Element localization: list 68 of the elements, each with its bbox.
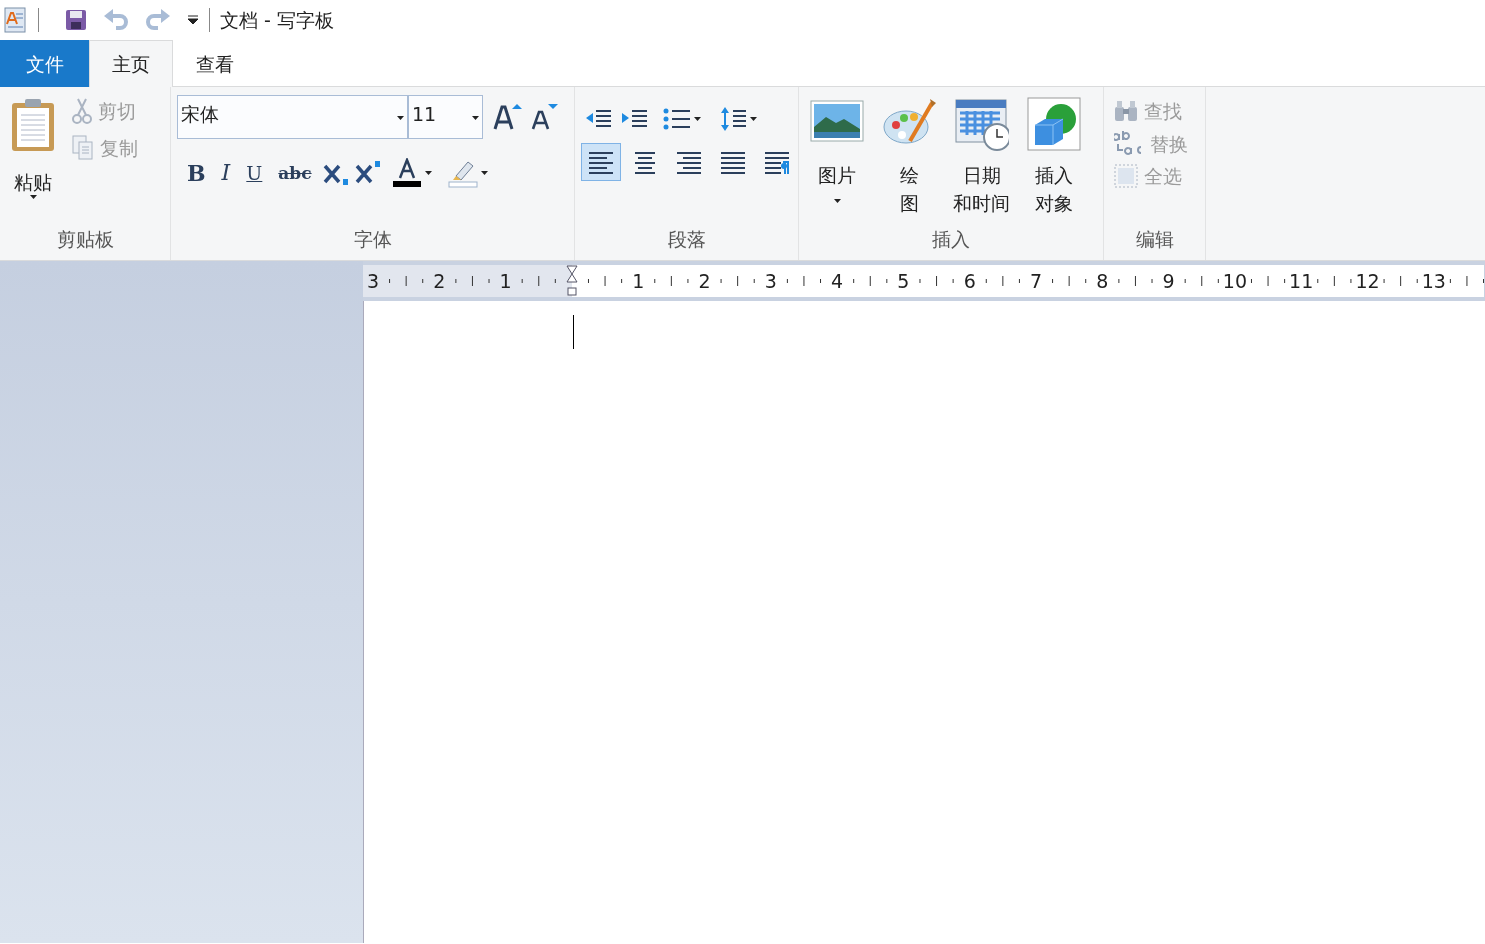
group-label: 剪贴板 — [55, 227, 115, 252]
group-label: 字体 — [352, 227, 393, 252]
copy-icon — [72, 134, 94, 161]
shrink-font-icon[interactable] — [529, 102, 559, 132]
ribbon-tab[interactable]: 文件 — [0, 40, 89, 87]
select-all-icon — [1114, 164, 1138, 189]
text-cursor — [573, 315, 574, 349]
caret-icon — [29, 195, 37, 199]
indent-marker[interactable] — [566, 265, 578, 296]
ruler-number: 9 — [1162, 270, 1175, 292]
ribbon-tab[interactable]: 查看 — [173, 40, 257, 87]
ruler-number: 2 — [698, 270, 711, 292]
replace-text-icon — [1114, 129, 1144, 158]
group-label: 插入 — [931, 227, 971, 252]
ruler-number: 7 — [1029, 270, 1043, 292]
ruler-number: 1 — [499, 270, 512, 292]
ruler-number: 3 — [764, 270, 777, 292]
ribbon-tab[interactable]: 主页 — [89, 40, 173, 87]
align-left-button[interactable] — [581, 143, 621, 181]
window-title: 文档 - 写字板 — [220, 7, 334, 33]
ruler-number: 2 — [433, 270, 446, 292]
app-icon — [4, 7, 28, 33]
bullet-list-icon — [663, 107, 691, 131]
datetime-insert-button[interactable]: 日期 和时间 — [949, 95, 1014, 222]
object-insert-button[interactable]: 插入 对象 — [1022, 95, 1086, 222]
superscript-icon[interactable] — [353, 160, 382, 186]
underline-button[interactable]: U — [240, 160, 269, 186]
picture-insert-button[interactable]: 图片 — [805, 95, 869, 222]
caret-icon — [472, 116, 479, 120]
grow-font-icon[interactable] — [493, 102, 523, 132]
group-label: 编辑 — [1134, 227, 1175, 252]
ruler-number: 3 — [366, 270, 380, 292]
italic-button[interactable]: I — [215, 159, 237, 187]
ruler-number: 1 — [632, 270, 645, 292]
align-left-icon — [587, 150, 615, 174]
ruler-number: 10 — [1222, 270, 1247, 292]
caret-icon — [480, 171, 488, 175]
paint-insert-button[interactable]: 绘 图 — [877, 95, 941, 222]
save-icon[interactable] — [65, 9, 87, 31]
ruler-number: 5 — [897, 270, 910, 292]
scissors-icon — [72, 98, 92, 125]
increase-indent-icon[interactable] — [621, 108, 649, 130]
caret-icon — [750, 117, 757, 121]
calendar-clock-icon — [954, 97, 1009, 153]
decrease-indent-icon[interactable] — [585, 108, 613, 130]
align-right-icon — [675, 150, 703, 174]
ruler-number: 4 — [831, 270, 844, 292]
caret-icon — [424, 171, 432, 175]
ruler-number: 11 — [1289, 270, 1314, 292]
align-justify-icon — [719, 150, 747, 174]
ruler-number: 8 — [1096, 270, 1109, 292]
font-name-field[interactable]: 宋体 — [177, 95, 408, 139]
ruler-number: 13 — [1421, 270, 1446, 292]
group-label: 段落 — [666, 227, 707, 252]
ruler-number: 6 — [963, 270, 976, 292]
strike-button[interactable]: abc — [272, 161, 318, 185]
customize-dropdown-icon[interactable] — [187, 15, 199, 25]
bold-button[interactable]: B — [181, 159, 212, 187]
line-spacing-icon — [721, 106, 747, 132]
binoculars-icon — [1114, 100, 1138, 123]
caret-icon — [694, 117, 701, 121]
clipboard-icon — [10, 97, 56, 153]
font-size-field[interactable]: 11 — [408, 95, 483, 139]
font-color-icon — [391, 158, 422, 188]
align-paragraph-icon — [763, 150, 791, 174]
paste-button[interactable]: 粘贴 — [6, 95, 60, 222]
ruler-number: 12 — [1355, 270, 1380, 292]
caret-icon — [397, 116, 404, 120]
